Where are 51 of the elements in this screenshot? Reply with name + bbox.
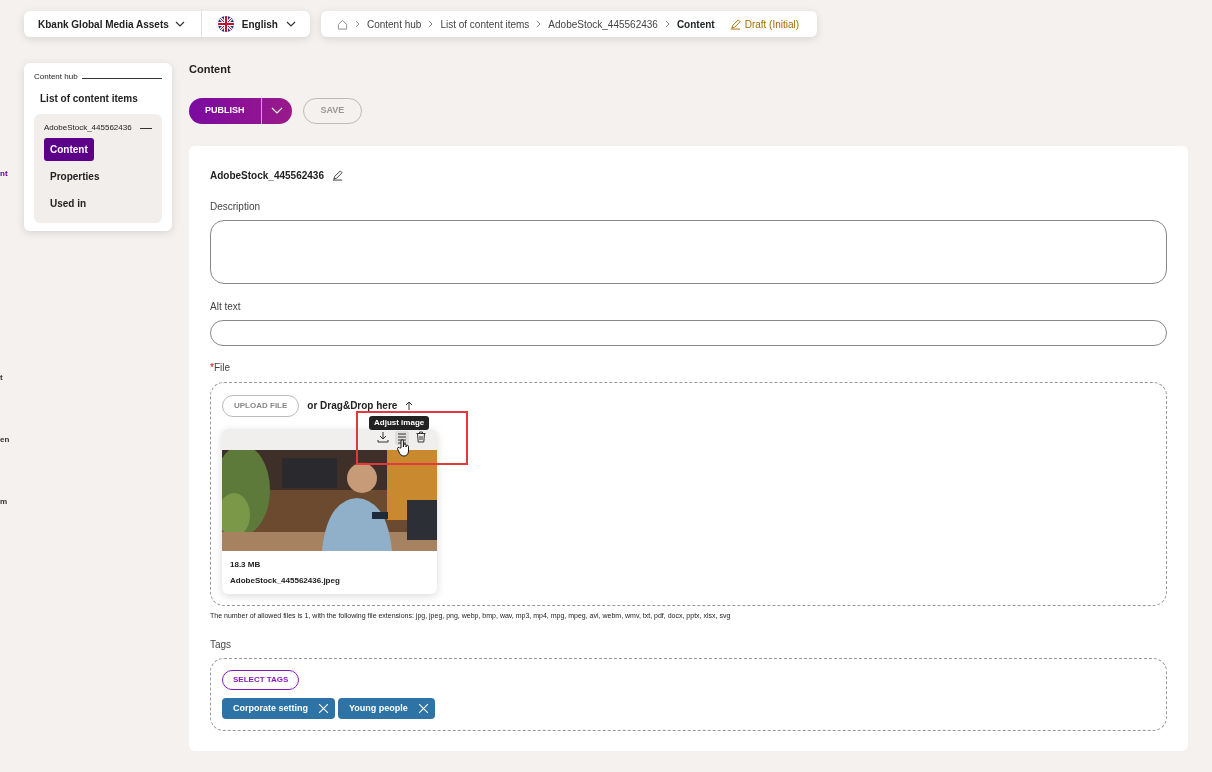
pencil-icon[interactable] bbox=[729, 18, 741, 30]
close-icon[interactable] bbox=[417, 703, 429, 714]
field-label: Description bbox=[210, 199, 262, 214]
site-selector[interactable]: Kbank Global Media Assets bbox=[24, 11, 201, 37]
menu-item[interactable]: t bbox=[0, 372, 3, 384]
tag-chip: Corporate setting bbox=[222, 698, 335, 719]
chevron-right-icon bbox=[428, 20, 434, 28]
field-label: File bbox=[213, 361, 231, 373]
sidebar-link[interactable]: AdobeStock_445562436 bbox=[44, 122, 132, 134]
drop-hint: or Drag&Drop here bbox=[307, 399, 398, 413]
chevron-right-icon bbox=[536, 20, 542, 28]
breadcrumb-link[interactable]: List of content items bbox=[440, 16, 530, 32]
upload-icon bbox=[405, 400, 414, 411]
download-icon[interactable] bbox=[377, 430, 389, 443]
tag-chip: Young people bbox=[338, 698, 435, 719]
adjust-icon[interactable] bbox=[395, 430, 409, 445]
breadcrumb-link[interactable]: AdobeStock_445562436 bbox=[548, 16, 658, 32]
page-title: Content bbox=[189, 62, 232, 77]
field-label: Tags bbox=[210, 638, 233, 652]
breadcrumb-link[interactable]: Content hub bbox=[34, 71, 78, 83]
status-label: Draft (Initial) bbox=[744, 17, 800, 32]
chevron-right-icon bbox=[354, 20, 360, 28]
trash-icon[interactable] bbox=[415, 430, 427, 443]
required-mark: * bbox=[210, 361, 214, 373]
item-title: AdobeStock_445562436 bbox=[210, 168, 324, 183]
sidebar-link[interactable]: List of content items bbox=[34, 91, 162, 106]
flag-icon bbox=[217, 16, 234, 32]
menu-item[interactable]: nt bbox=[0, 168, 8, 180]
upload-button[interactable]: UPLOAD FILE bbox=[222, 394, 300, 417]
select-tags-button[interactable]: SELECT TAGS bbox=[222, 670, 300, 690]
file-name: AdobeStock_445562436.jpeg bbox=[230, 574, 341, 587]
breadcrumb-link[interactable]: Content hub bbox=[366, 16, 422, 32]
chevron-down-icon[interactable] bbox=[270, 107, 283, 114]
language-selector[interactable]: English bbox=[200, 11, 310, 37]
sidebar-item[interactable]: Used in bbox=[44, 192, 93, 215]
home-icon[interactable] bbox=[336, 18, 348, 30]
sidebar-item[interactable]: Properties bbox=[44, 165, 106, 188]
tooltip: Adjust image bbox=[369, 415, 430, 430]
menu-item[interactable]: en bbox=[0, 434, 10, 446]
field-label: Alt text bbox=[210, 299, 242, 314]
file-size: 18.3 MB bbox=[230, 558, 262, 571]
menu-item[interactable]: m bbox=[0, 496, 8, 508]
chevron-right-icon bbox=[664, 20, 670, 28]
hand-cursor-icon bbox=[397, 438, 411, 457]
sidebar-item[interactable]: Content bbox=[44, 138, 94, 161]
close-icon[interactable] bbox=[318, 703, 329, 714]
publish-button[interactable]: PUBLISH bbox=[189, 97, 292, 124]
chevron-down-icon bbox=[174, 21, 185, 27]
description-field[interactable] bbox=[210, 219, 1167, 284]
pencil-icon[interactable] bbox=[331, 169, 343, 181]
chevron-down-icon bbox=[285, 21, 296, 27]
